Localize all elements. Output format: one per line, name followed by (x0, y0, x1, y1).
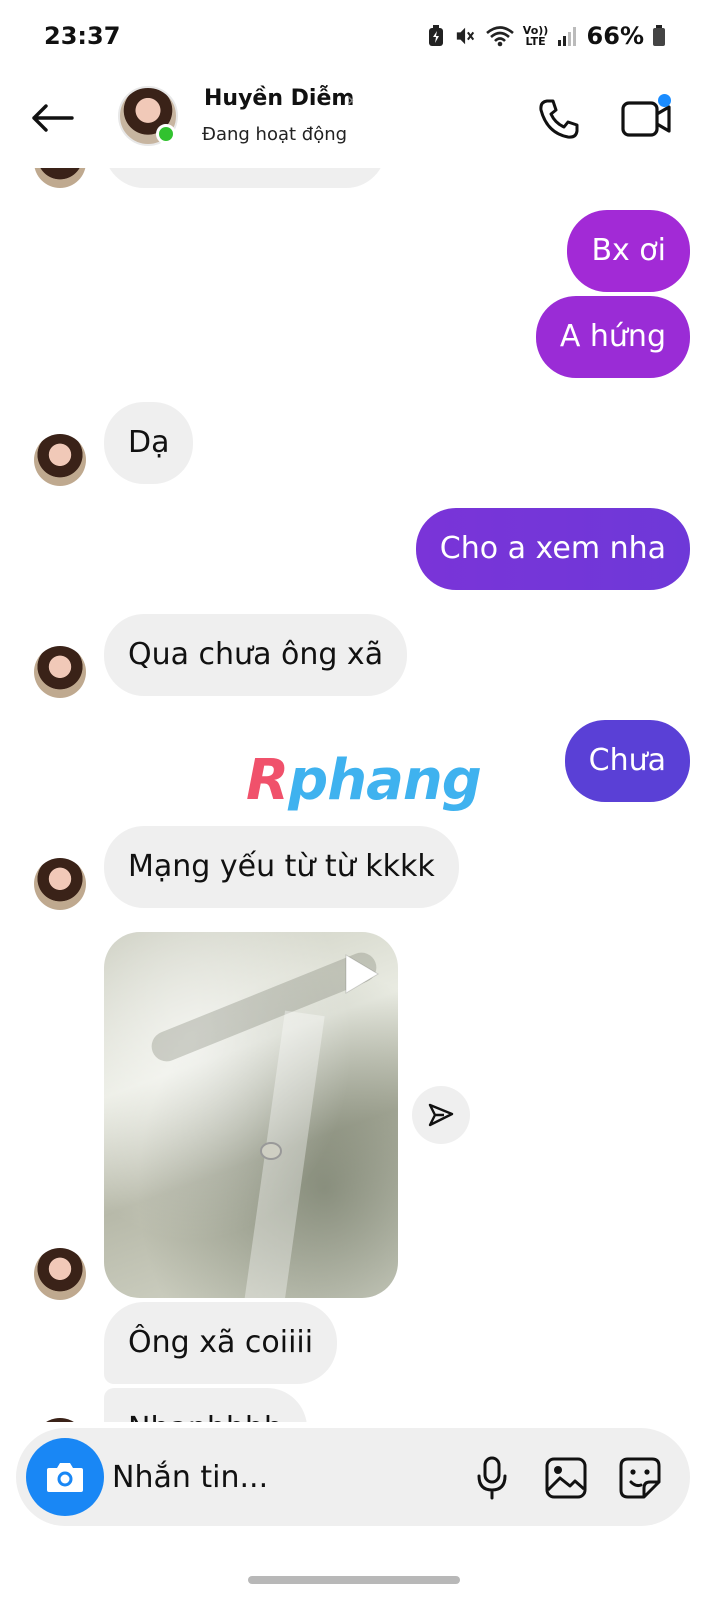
avatar (34, 1418, 86, 1422)
watermark: Rphang (246, 748, 482, 813)
status-bar: 23:37 Vo)) LTE 66% (0, 0, 720, 76)
outgoing-message[interactable]: Bx ơi (567, 210, 690, 292)
lte-label: LTE (525, 35, 546, 48)
camera-button[interactable] (26, 1438, 104, 1516)
battery-saver-icon (425, 23, 447, 49)
chat-screen: 23:37 Vo)) LTE 66% Huyền Diễm › Đang hoạ… (0, 0, 720, 1600)
sticker-button[interactable] (616, 1454, 664, 1502)
status-time: 23:37 (44, 22, 121, 50)
battery-percent: 66% (586, 22, 644, 50)
avatar (34, 434, 86, 486)
volte-icon: Vo)) LTE (523, 23, 549, 49)
avatar (34, 646, 86, 698)
incoming-message[interactable]: Nhanhhhh (104, 1388, 307, 1422)
home-indicator[interactable] (248, 1576, 460, 1584)
share-button[interactable] (412, 1086, 470, 1144)
message-input[interactable] (112, 1452, 452, 1502)
incoming-message[interactable]: Ông xã coiiii (104, 1302, 338, 1384)
microphone-icon (477, 1456, 507, 1500)
incoming-message[interactable]: Qua chưa ông xã (104, 614, 408, 696)
incoming-message[interactable]: Dạ (104, 402, 194, 484)
back-button[interactable] (26, 94, 78, 142)
chevron-right-icon[interactable]: › (346, 88, 355, 113)
message-bubble-partial (104, 168, 386, 188)
incoming-message[interactable]: Mạng yếu từ từ kkkk (104, 826, 459, 908)
camera-icon (47, 1463, 83, 1492)
outgoing-message[interactable]: Chưa (564, 720, 690, 802)
play-icon[interactable] (342, 952, 382, 996)
voice-call-button[interactable] (532, 92, 586, 146)
signal-icon (557, 23, 579, 49)
chat-header: Huyền Diễm › Đang hoạt động (0, 76, 720, 168)
back-arrow-icon (32, 104, 74, 132)
outgoing-message[interactable]: Cho a xem nha (415, 508, 690, 590)
avatar (34, 1248, 86, 1300)
message-thread[interactable]: Bx ơi A hứng Dạ Cho a xem nha Qua chưa ô… (0, 168, 720, 1422)
contact-name[interactable]: Huyền Diễm (204, 86, 354, 111)
mute-icon (455, 23, 477, 49)
phone-icon (539, 99, 579, 139)
video-badge (658, 94, 671, 107)
contact-status: Đang hoạt động (202, 124, 348, 145)
media-detail (260, 1142, 282, 1160)
avatar (34, 168, 86, 188)
video-message[interactable] (104, 932, 398, 1298)
watermark-first-letter: R (246, 748, 289, 813)
watermark-rest: phang (288, 748, 482, 813)
media-detail (243, 1010, 325, 1298)
message-composer (16, 1428, 690, 1526)
gallery-button[interactable] (542, 1454, 590, 1502)
status-icons: Vo)) LTE 66% (425, 22, 666, 50)
battery-icon (652, 23, 666, 49)
online-indicator (156, 124, 176, 144)
share-icon (428, 1103, 454, 1127)
wifi-icon (485, 23, 515, 49)
gallery-icon (545, 1457, 587, 1499)
microphone-button[interactable] (470, 1454, 514, 1502)
sticker-icon (619, 1457, 661, 1499)
outgoing-message[interactable]: A hứng (535, 296, 690, 378)
avatar (34, 858, 86, 910)
